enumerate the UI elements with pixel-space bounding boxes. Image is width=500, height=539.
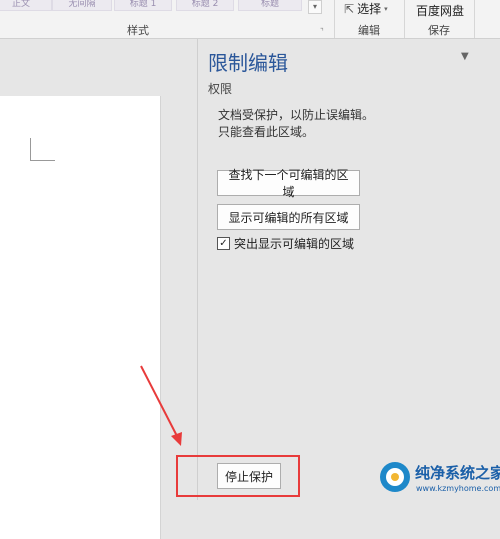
annotation-arrow <box>140 365 182 446</box>
watermark-name: 纯净系统之家 <box>415 464 500 482</box>
watermark-logo <box>380 462 410 492</box>
watermark: 纯净系统之家 www.kzmyhome.com <box>378 456 500 500</box>
annotation-highlight-box <box>176 455 300 497</box>
watermark-url: www.kzmyhome.com <box>416 484 500 493</box>
